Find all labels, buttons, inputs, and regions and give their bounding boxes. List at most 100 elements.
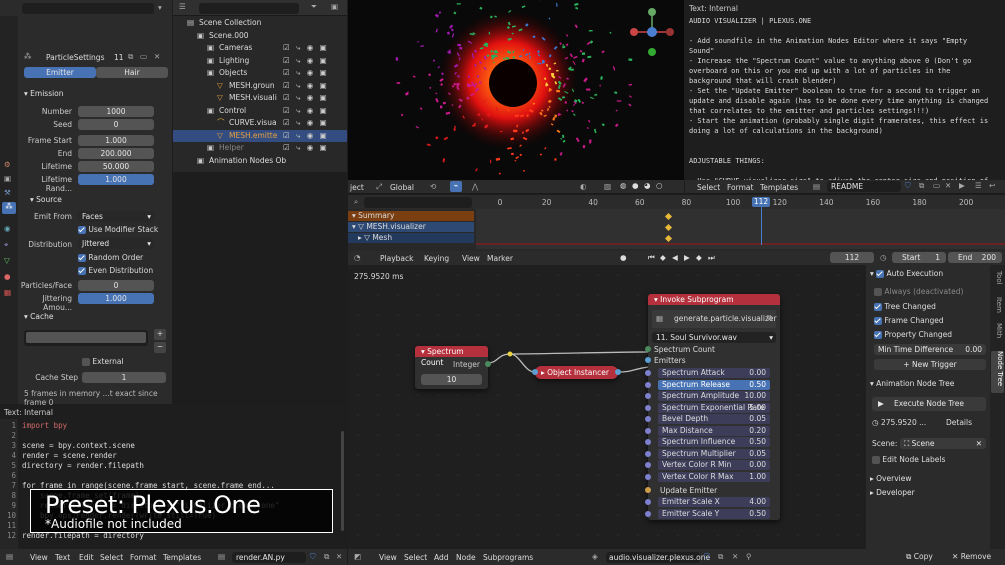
anim-tree-section-title[interactable]: ▾ Animation Node Tree — [870, 379, 954, 388]
sound-select[interactable]: 11. Soul Survivor.wav ▾ — [652, 332, 776, 343]
developer-section[interactable]: ▸ Developer — [870, 488, 915, 497]
track-visualizer[interactable]: ▾ ▽ MESH.visualizer — [348, 222, 474, 232]
subprogram-input-row[interactable]: Spectrum Release 0.50 — [645, 379, 770, 390]
constraints-tab-icon[interactable]: ⌖ — [4, 240, 8, 250]
tab-node-tree[interactable]: Node Tree — [991, 351, 1004, 393]
subprogram-input-socket[interactable] — [645, 381, 651, 388]
pin-icon[interactable]: ⚲ — [746, 552, 752, 561]
fake-user-icon[interactable]: ⛉ — [310, 552, 316, 562]
duplicate-icon[interactable]: ⧉ — [128, 52, 133, 62]
property-changed-checkbox[interactable]: Property Changed — [874, 330, 952, 339]
even-distribution-checkbox[interactable]: Even Distribution — [78, 266, 153, 275]
transform-orientation-select[interactable]: Global — [390, 183, 414, 192]
edit-node-labels-checkbox[interactable]: Edit Node Labels — [872, 455, 945, 464]
wrench-tab-icon[interactable]: ⚒ — [4, 188, 11, 197]
track-summary[interactable]: ▾ Summary — [348, 211, 474, 221]
outliner-item[interactable]: ▣ Helper ☑ ⤷ ◉ ▣ — [173, 142, 347, 154]
play-icon[interactable]: ▶ — [684, 253, 690, 262]
record-icon[interactable]: ● — [620, 253, 627, 262]
text-file-name[interactable]: README — [827, 181, 901, 192]
always-checkbox[interactable]: Always (deactivated) — [874, 287, 963, 296]
fake-user-icon[interactable]: ⛉ — [905, 181, 911, 191]
subprogram-input-socket[interactable] — [645, 427, 651, 434]
add-cache-button[interactable]: + — [154, 329, 166, 340]
prev-key-icon[interactable]: ◆ — [660, 253, 666, 262]
min-time-field[interactable]: Min Time Difference 0.00 — [874, 344, 986, 355]
menu-select[interactable]: Select — [100, 553, 123, 562]
distribution-select[interactable]: Jittered ▾ — [78, 238, 154, 249]
menu-templates[interactable]: Templates — [163, 553, 201, 562]
start-frame-field[interactable]: Start 1 — [892, 252, 946, 263]
jump-end-icon[interactable]: ⏭ — [708, 253, 715, 263]
tab-emitter[interactable]: Emitter — [24, 67, 96, 78]
current-frame-field[interactable]: 112 — [830, 252, 874, 263]
outliner-item[interactable]: ▣ Objects ☑ ⤷ ◉ ▣ — [173, 67, 347, 79]
outliner-search-input[interactable] — [199, 3, 299, 14]
overlay-icon[interactable]: ◐ — [580, 182, 587, 191]
subprogram-input-socket[interactable] — [645, 499, 651, 505]
visibility-icons[interactable]: ☑ ⤷ ◉ ▣ — [283, 92, 329, 104]
cache-step-field[interactable]: 1 — [82, 372, 166, 383]
navigation-gizmo[interactable] — [626, 6, 678, 58]
proportional-icon[interactable]: ⋀ — [472, 182, 478, 191]
material-tab-icon[interactable]: ● — [4, 272, 11, 281]
emit-from-select[interactable]: Faces ▾ — [78, 211, 154, 222]
auto-execution-header[interactable]: ▾ Auto Execution — [870, 269, 943, 278]
spectrum-count-input-socket[interactable] — [645, 346, 651, 352]
subprogram-input-socket[interactable] — [645, 450, 651, 457]
subprogram-input-row[interactable]: Spectrum Exponential Rate 5.00 — [645, 402, 770, 413]
number-field[interactable]: 1000 — [78, 106, 154, 117]
spectrum-count-node[interactable]: ▾ Spectrum Count Integer 10 — [415, 346, 491, 389]
shading-material-icon[interactable]: ◕ — [644, 181, 651, 190]
visibility-icons[interactable]: ☑ ⤷ ◉ ▣ — [283, 67, 329, 79]
copy-button[interactable]: ⧉ Copy — [906, 552, 933, 562]
subprogram-input-row[interactable]: Spectrum Attack 0.00 — [645, 368, 770, 378]
subprogram-input-row[interactable]: Vertex Color R Max 1.00 — [645, 471, 770, 482]
remove-button[interactable]: ✕ Remove — [952, 552, 991, 561]
subprogram-input-row[interactable]: Spectrum Influence 0.50 — [645, 437, 770, 447]
update-emitter-socket[interactable] — [645, 487, 651, 493]
render-tab-icon[interactable]: ▣ — [4, 174, 11, 183]
text-editor-scrollbar[interactable] — [341, 431, 344, 531]
current-frame-badge[interactable]: 112 — [752, 197, 770, 207]
chevron-down-icon[interactable]: ▾ — [158, 3, 162, 12]
timeline-search-input[interactable] — [364, 197, 472, 208]
close-icon[interactable]: ✕ — [945, 181, 951, 190]
word-wrap-icon[interactable]: ↩ — [989, 181, 995, 190]
lifetime-field[interactable]: 50.000 — [78, 161, 154, 172]
jump-start-icon[interactable]: ⏮ — [648, 253, 655, 263]
jittering-field[interactable]: 1.000 — [78, 293, 154, 304]
shading-rendered-icon[interactable]: ○ — [656, 181, 663, 190]
emitters-input-socket[interactable] — [645, 357, 651, 363]
seed-field[interactable]: 0 — [78, 119, 154, 130]
menu-view[interactable]: View — [462, 254, 480, 263]
menu-view[interactable]: View — [379, 553, 397, 562]
spectrum-count-value[interactable]: 10 — [421, 374, 482, 385]
menu-format[interactable]: Format — [727, 183, 753, 192]
run-script-icon[interactable]: ▶ — [959, 181, 965, 190]
subprogram-input-row[interactable]: Max Distance 0.20 — [645, 425, 770, 436]
end-frame-field[interactable]: End 200 — [948, 252, 1002, 263]
outliner-item[interactable]: ▤ Scene Collection — [173, 17, 347, 29]
menu-keying[interactable]: Keying — [424, 254, 449, 263]
menu-select[interactable]: Select — [697, 183, 720, 192]
subprogram-input-socket[interactable] — [645, 404, 651, 411]
properties-search-input[interactable] — [22, 3, 154, 14]
cache-list-item[interactable] — [26, 332, 146, 343]
random-order-checkbox[interactable]: Random Order — [78, 253, 143, 262]
visibility-icons[interactable]: ☑ ⤷ ◉ ▣ — [283, 117, 329, 129]
tab-tool[interactable]: Tool — [992, 271, 1003, 293]
use-modifier-stack-checkbox[interactable]: Use Modifier Stack — [78, 225, 158, 234]
data-tab-icon[interactable]: ▽ — [4, 256, 10, 265]
details-button[interactable]: Details — [946, 418, 972, 427]
frame-changed-checkbox[interactable]: Frame Changed — [874, 316, 944, 325]
readme-text[interactable]: AUDIO VISUALIZER | PLEXUS.ONE - Add sound… — [689, 16, 1005, 186]
visibility-icons[interactable]: ☑ ⤷ ◉ ▣ — [283, 42, 329, 54]
subprogram-select[interactable]: ▦ generate.particle.visualizer ⧉ — [652, 310, 777, 328]
scene-select[interactable]: ⛶ Scene ✕ — [900, 438, 986, 449]
cache-list[interactable] — [24, 330, 148, 346]
subprogram-input-socket[interactable] — [645, 439, 651, 445]
subprogram-input-row[interactable]: Emitter Scale X 4.00 — [645, 497, 770, 507]
pivot-icon[interactable]: ⟲ — [430, 182, 436, 191]
xray-icon[interactable]: ▧ — [604, 182, 611, 191]
